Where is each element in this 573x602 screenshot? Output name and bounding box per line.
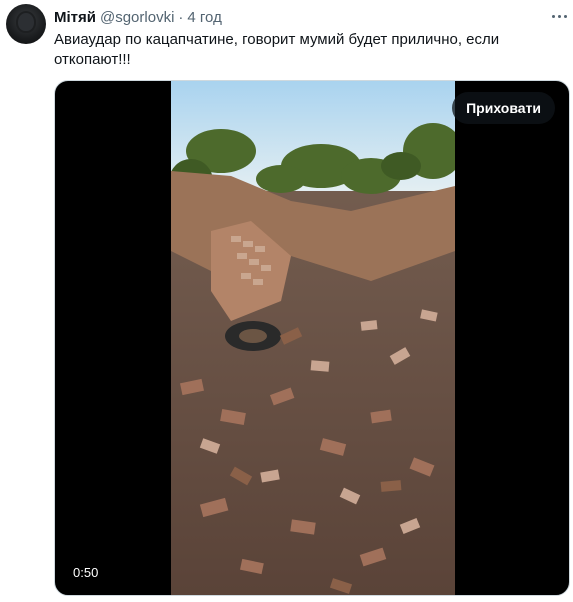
- dot: [557, 14, 561, 18]
- video-duration: 0:50: [73, 565, 99, 580]
- dot: [551, 14, 555, 18]
- timestamp[interactable]: 4 год: [187, 9, 221, 26]
- hide-button[interactable]: Приховати: [452, 92, 555, 124]
- author-handle[interactable]: @sgorlovki: [100, 9, 174, 26]
- tweet: Мітяй @sgorlovki · 4 год Авиаудар по кац…: [0, 0, 573, 602]
- tweet-header: Мітяй @sgorlovki · 4 год: [54, 7, 222, 27]
- video-player[interactable]: Приховати 0:50: [54, 80, 570, 596]
- video-frame: [171, 81, 455, 595]
- dot: [563, 14, 567, 18]
- tweet-text: Авиаудар по кацапчатине, говорит мумий б…: [54, 31, 500, 68]
- avatar-figure: [18, 13, 34, 31]
- more-options-icon[interactable]: [548, 6, 570, 26]
- author-name[interactable]: Мітяй: [54, 9, 96, 26]
- avatar[interactable]: [6, 4, 46, 44]
- separator-dot: ·: [178, 8, 184, 26]
